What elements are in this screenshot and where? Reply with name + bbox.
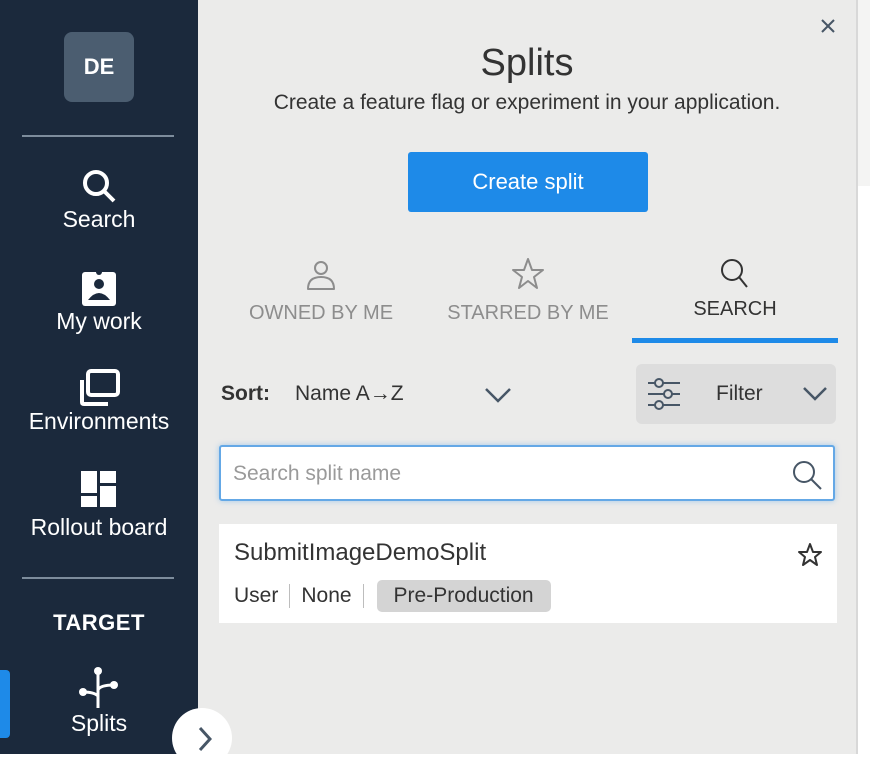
star-icon[interactable] — [797, 542, 823, 568]
search-icon — [83, 170, 116, 203]
split-branch-icon — [79, 667, 118, 708]
traffic-type: User — [234, 584, 279, 607]
background-page — [858, 0, 870, 186]
sliders-icon — [648, 378, 680, 410]
windows-stack-icon — [80, 369, 120, 406]
badge-person-icon — [82, 269, 116, 306]
tab-search[interactable]: SEARCH — [632, 256, 838, 325]
sidebar-item-environments[interactable]: Environments — [0, 368, 198, 434]
sidebar-item-splits[interactable]: Splits — [0, 666, 198, 736]
split-name[interactable]: SubmitImageDemoSplit — [234, 539, 486, 567]
expand-sidebar-button[interactable] — [172, 708, 232, 768]
person-icon — [307, 261, 335, 290]
search-field — [219, 445, 835, 501]
sidebar-item-rollout-board[interactable]: Rollout board — [0, 468, 198, 540]
close-icon — [821, 19, 835, 33]
sidebar: DE Search My work Environments Rollout b… — [0, 0, 198, 754]
chevron-down-icon[interactable] — [484, 382, 512, 408]
star-icon — [512, 258, 544, 289]
tab-label: STARRED BY ME — [447, 302, 609, 324]
tab-label: OWNED BY ME — [248, 302, 394, 324]
tab-label: SEARCH — [693, 298, 777, 320]
search-icon — [721, 259, 748, 288]
environment-badge: Pre-Production — [376, 580, 551, 612]
search-icon[interactable] — [791, 459, 823, 491]
search-input[interactable] — [231, 447, 775, 501]
owner: None — [301, 584, 352, 607]
sidebar-item-my-work[interactable]: My work — [0, 268, 198, 334]
grid-board-icon — [81, 471, 116, 507]
create-split-button[interactable]: Create split — [408, 152, 648, 212]
filter-button[interactable]: Filter — [636, 364, 836, 424]
sort-label: Sort: — [221, 382, 270, 405]
active-tab-underline — [632, 338, 838, 343]
meta-separator — [289, 584, 291, 608]
page-title: Splits — [480, 42, 574, 84]
close-button[interactable] — [816, 14, 840, 38]
tab-owned-by-me[interactable]: OWNED BY ME — [232, 256, 410, 325]
sidebar-item-search[interactable]: Search — [0, 166, 198, 232]
section-label-target: TARGET — [53, 610, 145, 635]
sort-dropdown[interactable]: Name A→Z — [295, 382, 404, 406]
sidebar-item-label: Environments — [28, 408, 170, 434]
filter-label: Filter — [716, 382, 763, 405]
sidebar-item-label: My work — [56, 308, 142, 334]
avatar[interactable]: DE — [64, 32, 134, 102]
chevron-down-icon — [803, 387, 827, 401]
sidebar-divider — [22, 577, 174, 579]
page-subtitle: Create a feature flag or experiment in y… — [273, 91, 781, 114]
sidebar-divider — [22, 135, 174, 137]
chevron-right-icon — [198, 726, 212, 752]
sidebar-item-label: Splits — [70, 710, 128, 736]
split-meta: User None Pre-Production — [234, 580, 551, 612]
split-list-item[interactable]: SubmitImageDemoSplit User None Pre-Produ… — [219, 524, 837, 623]
tab-starred-by-me[interactable]: STARRED BY ME — [440, 256, 616, 325]
sidebar-item-label: Search — [62, 206, 136, 232]
meta-separator — [362, 584, 364, 608]
sidebar-item-label: Rollout board — [30, 514, 168, 540]
